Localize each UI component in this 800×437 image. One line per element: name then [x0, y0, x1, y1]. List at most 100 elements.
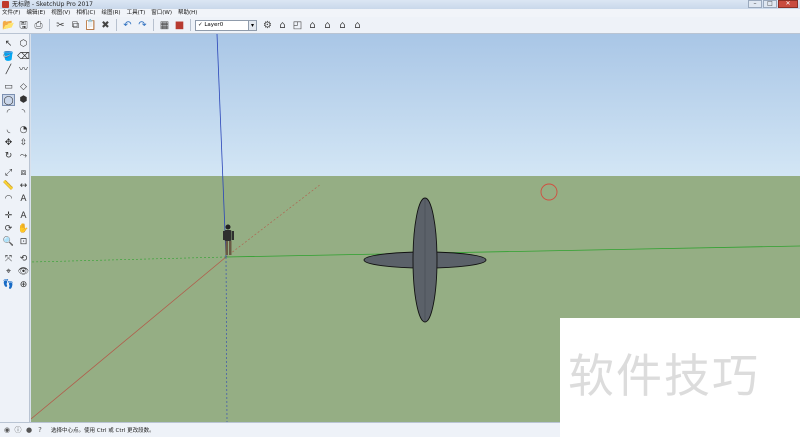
- two-point-arc-icon[interactable]: ◝: [17, 107, 30, 119]
- toolbar-separator: [116, 19, 117, 31]
- credits-icon[interactable]: ⓘ: [14, 426, 22, 434]
- zoom-window-icon[interactable]: ⊡: [17, 236, 30, 248]
- tape-measure-icon[interactable]: 📏: [2, 180, 15, 192]
- look-around-icon[interactable]: 👁: [17, 266, 30, 278]
- iso-view-icon[interactable]: ⌂: [276, 19, 289, 32]
- make-component-icon[interactable]: ⬡: [17, 38, 30, 50]
- rotated-rectangle-icon[interactable]: ◇: [17, 81, 30, 93]
- pie-icon[interactable]: ◔: [17, 124, 30, 136]
- push-pull-icon[interactable]: ⇳: [17, 137, 30, 149]
- palette-spacer: [2, 206, 30, 209]
- menu-help[interactable]: 帮助(H): [178, 9, 197, 17]
- toolbar-separator: [153, 19, 154, 31]
- line-icon[interactable]: ╱: [2, 64, 15, 76]
- model-info-icon[interactable]: ▦: [158, 19, 171, 32]
- section-plane-icon[interactable]: ⊕: [17, 279, 30, 291]
- scale-icon[interactable]: ⤢: [2, 167, 15, 179]
- window-title: 无标题 - SketchUp Pro 2017: [12, 1, 93, 8]
- eraser-icon[interactable]: ⌫: [17, 51, 30, 63]
- toolbar-separator: [49, 19, 50, 31]
- layers-panel-icon[interactable]: ⚙: [261, 19, 274, 32]
- menu-camera[interactable]: 相机(C): [76, 9, 95, 17]
- cut-icon[interactable]: ✂: [54, 19, 67, 32]
- left-view-icon[interactable]: ⌂: [351, 19, 364, 32]
- title-bar: 无标题 - SketchUp Pro 2017 – □ ✕: [0, 0, 800, 9]
- geo-location-icon[interactable]: ◉: [3, 426, 11, 434]
- rotate-icon[interactable]: ↻: [2, 150, 15, 162]
- offset-icon[interactable]: ⧈: [17, 167, 30, 179]
- redo-icon[interactable]: ↷: [136, 19, 149, 32]
- three-point-arc-icon[interactable]: ◟: [2, 124, 15, 136]
- back-view-icon[interactable]: ⌂: [336, 19, 349, 32]
- palette-spacer: [2, 163, 30, 166]
- walk-icon[interactable]: 👣: [2, 279, 15, 291]
- palette-spacer: [2, 120, 30, 123]
- circle-icon[interactable]: ◯: [2, 94, 15, 106]
- main-toolbar: 📂 🖫 ⎙ ✂ ⧉ 📋 ✖ ↶ ↷ ▦ ■ ✓ Layer0 ▾ ⚙ ⌂ ◰ ⌂…: [0, 17, 800, 34]
- print-icon[interactable]: ⎙: [32, 19, 45, 32]
- red-axis-dotted: [225, 183, 322, 258]
- layer-check-icon: ✓: [198, 21, 203, 28]
- circle-cursor-icon: [540, 183, 558, 201]
- help-icon[interactable]: ?: [36, 426, 44, 434]
- status-bar: ◉ ⓘ ● ? 选择中心点。使用 Ctrl 或 Ctrl 更改段数。: [0, 422, 560, 437]
- menu-file[interactable]: 文件(F): [2, 9, 20, 17]
- polygon-icon[interactable]: ⬢: [17, 94, 30, 106]
- layer-dropdown[interactable]: ✓ Layer0 ▾: [195, 19, 257, 31]
- 3d-text-icon[interactable]: A: [17, 210, 30, 222]
- zoom-icon[interactable]: 🔍: [2, 236, 15, 248]
- protractor-icon[interactable]: ◠: [2, 193, 15, 205]
- open-file-icon[interactable]: 📂: [2, 19, 15, 32]
- red-axis-line: [31, 256, 227, 420]
- undo-icon[interactable]: ↶: [121, 19, 134, 32]
- menu-view[interactable]: 视图(V): [51, 9, 70, 17]
- select-icon[interactable]: ↖: [2, 38, 15, 50]
- arc-icon[interactable]: ◜: [2, 107, 15, 119]
- zoom-extents-icon[interactable]: ⤧: [2, 253, 15, 265]
- green-axis-dotted: [31, 256, 227, 263]
- toolbar-separator: [190, 19, 191, 31]
- menu-edit[interactable]: 编辑(E): [26, 9, 45, 17]
- palette-spacer: [2, 77, 30, 80]
- components-icon[interactable]: ■: [173, 19, 186, 32]
- close-button[interactable]: ✕: [778, 0, 798, 8]
- copy-icon[interactable]: ⧉: [69, 19, 82, 32]
- window-controls: – □ ✕: [748, 0, 798, 8]
- minimize-button[interactable]: –: [748, 0, 762, 8]
- layer-name: Layer0: [204, 21, 224, 28]
- tool-palette: ↖ ⬡ 🪣 ⌫ ╱ 〰 ▭ ◇ ◯ ⬢ ◜ ◝ ◟ ◔ ✥ ⇳ ↻ ⤳ ⤢ ⧈ 📏 ↔ ◠ A ✛ A ⟳ ✋ 🔍 ⊡ ⤧ ⟲ ⌖ 👁 👣 ⊕: [0, 34, 30, 422]
- menu-draw[interactable]: 绘图(R): [101, 9, 120, 17]
- chevron-down-icon[interactable]: ▾: [248, 20, 256, 30]
- orbit-icon[interactable]: ⟳: [2, 223, 15, 235]
- watermark-text: 软件技巧: [568, 349, 760, 403]
- follow-me-icon[interactable]: ⤳: [17, 150, 30, 162]
- position-camera-icon[interactable]: ⌖: [2, 266, 15, 278]
- palette-spacer: [2, 249, 30, 252]
- text-icon[interactable]: A: [17, 193, 30, 205]
- right-view-icon[interactable]: ⌂: [321, 19, 334, 32]
- front-view-icon[interactable]: ⌂: [306, 19, 319, 32]
- move-icon[interactable]: ✥: [2, 137, 15, 149]
- menu-window[interactable]: 窗口(W): [151, 9, 172, 17]
- previous-view-icon[interactable]: ⟲: [17, 253, 30, 265]
- blue-axis-dotted: [225, 256, 228, 422]
- erase-icon[interactable]: ✖: [99, 19, 112, 32]
- axes-icon[interactable]: ✛: [2, 210, 15, 222]
- paste-icon[interactable]: 📋: [84, 19, 97, 32]
- user-icon[interactable]: ●: [25, 426, 33, 434]
- pan-icon[interactable]: ✋: [17, 223, 30, 235]
- green-axis-line: [225, 245, 800, 258]
- top-view-icon[interactable]: ◰: [291, 19, 304, 32]
- watermark-box: 软件技巧: [560, 318, 800, 437]
- sketchup-window: 无标题 - SketchUp Pro 2017 – □ ✕ 文件(F) 编辑(E…: [0, 0, 800, 437]
- maximize-button[interactable]: □: [763, 0, 777, 8]
- paint-bucket-icon[interactable]: 🪣: [2, 51, 15, 63]
- menu-bar: 文件(F) 编辑(E) 视图(V) 相机(C) 绘图(R) 工具(T) 窗口(W…: [0, 9, 800, 17]
- rectangle-icon[interactable]: ▭: [2, 81, 15, 93]
- intersecting-circle-shapes: [363, 197, 487, 323]
- blue-axis-line: [216, 34, 227, 258]
- save-icon[interactable]: 🖫: [17, 19, 30, 32]
- dimension-icon[interactable]: ↔: [17, 180, 30, 192]
- menu-tools[interactable]: 工具(T): [127, 9, 146, 17]
- freehand-icon[interactable]: 〰: [17, 64, 30, 76]
